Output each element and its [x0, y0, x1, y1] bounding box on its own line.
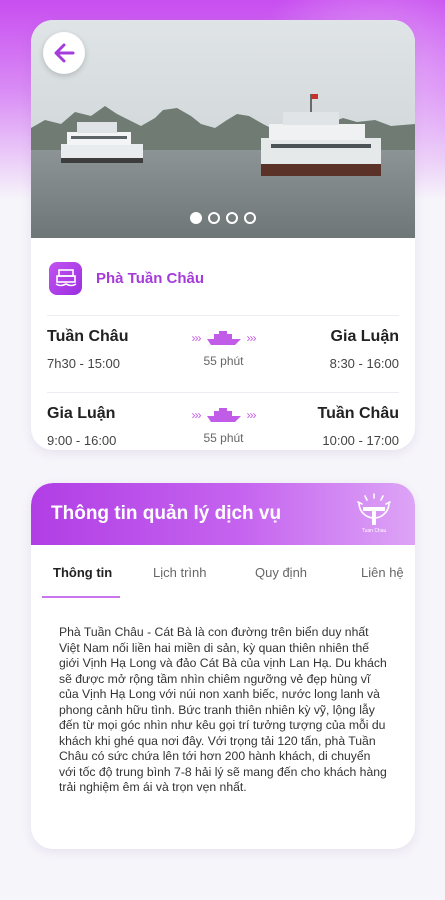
ferry-card: Phà Tuần Châu Tuần Châu 7h30 - 15:00 ›››… — [31, 20, 415, 450]
tab-info[interactable]: Thông tin — [53, 565, 112, 580]
route-from: Gia Luận — [47, 405, 116, 422]
info-tabs: Thông tin Lịch trình Quy định Liên hệ — [31, 545, 415, 599]
route-duration: 55 phút — [203, 431, 244, 445]
ferry-header: Phà Tuần Châu — [31, 238, 415, 300]
route-to-time: 10:00 - 17:00 — [322, 433, 399, 448]
back-button[interactable] — [43, 32, 85, 74]
boat-icon — [206, 408, 241, 422]
service-info-title: Thông tin quản lý dịch vụ — [51, 503, 282, 524]
carousel-dot[interactable] — [208, 212, 220, 224]
route-from: Tuần Châu — [47, 328, 129, 345]
carousel-dot[interactable] — [244, 212, 256, 224]
chevrons-icon: ››› — [246, 408, 257, 422]
boat-icon — [206, 331, 241, 345]
chevrons-icon: ››› — [246, 331, 257, 345]
route-to-time: 8:30 - 16:00 — [329, 356, 399, 371]
route-row: Tuần Châu 7h30 - 15:00 ››› ››› 55 phút G… — [31, 316, 415, 392]
service-info-header: Thông tin quản lý dịch vụ Tuan Chau — [31, 483, 415, 545]
route-to: Tuần Châu — [317, 405, 399, 422]
tuan-chau-logo: Tuan Chau — [357, 493, 391, 534]
route-middle: ››› ››› 55 phút — [176, 328, 271, 368]
carousel-dot[interactable] — [226, 212, 238, 224]
svg-text:Tuan Chau: Tuan Chau — [362, 528, 387, 534]
carousel-indicator — [31, 212, 415, 224]
ferry-photo-carousel[interactable] — [31, 20, 415, 238]
route-from-time: 9:00 - 16:00 — [47, 433, 117, 448]
active-tab-indicator — [42, 596, 120, 598]
carousel-dot[interactable] — [190, 212, 202, 224]
tab-schedule[interactable]: Lịch trình — [153, 565, 206, 580]
tab-contact[interactable]: Liên hệ — [361, 565, 404, 580]
route-row: Gia Luận 9:00 - 16:00 ››› ››› 55 phút Tu… — [31, 393, 415, 450]
ferry-icon — [49, 261, 82, 295]
route-to: Gia Luận — [330, 328, 399, 345]
arrow-left-icon — [54, 43, 75, 63]
ferry-name: Phà Tuần Châu — [96, 269, 205, 287]
route-duration: 55 phút — [203, 354, 244, 368]
service-description: Phà Tuần Châu - Cát Bà là con đường trên… — [59, 625, 387, 794]
ferry-photo — [31, 20, 415, 238]
chevrons-icon: ››› — [191, 408, 202, 422]
chevrons-icon: ››› — [191, 331, 202, 345]
route-from-time: 7h30 - 15:00 — [47, 356, 121, 371]
route-middle: ››› ››› 55 phút — [176, 405, 271, 445]
tab-regulations[interactable]: Quy định — [255, 565, 307, 580]
service-info-card: Thông tin quản lý dịch vụ Tuan Chau Thôn… — [31, 483, 415, 849]
